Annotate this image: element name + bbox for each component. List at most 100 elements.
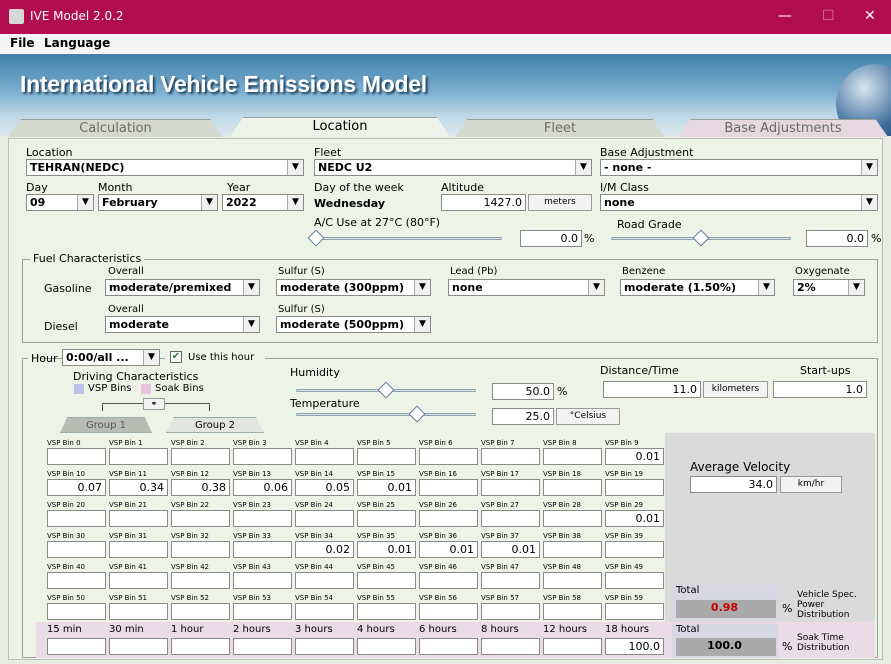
distance-time-input[interactable]: 11.0 [603,381,701,398]
vsp-bin-input[interactable] [47,603,106,620]
soak-bin-input[interactable] [295,638,354,655]
distance-unit-button[interactable]: kilometers [703,381,768,398]
soak-bin-input[interactable] [419,638,478,655]
day-select[interactable]: 09 ▼ [26,194,94,211]
tab-location[interactable]: Location [230,117,450,137]
vsp-bin-input[interactable] [605,479,664,496]
vsp-bin-input[interactable] [419,448,478,465]
ac-use-input[interactable]: 0.0 [520,230,582,247]
startups-input[interactable]: 1.0 [773,381,867,398]
vsp-bin-input[interactable] [109,448,168,465]
vsp-bin-input[interactable] [543,572,602,589]
altitude-input[interactable]: 1427.0 [441,194,526,211]
road-grade-input[interactable]: 0.0 [806,230,868,247]
average-velocity-input[interactable]: 34.0 [690,476,777,493]
vsp-bin-input[interactable] [171,510,230,527]
vsp-bin-input[interactable] [481,603,540,620]
temperature-unit-button[interactable]: °Celsius [556,408,620,425]
hour-select[interactable]: 0:00/all ... ▼ [62,349,160,366]
vsp-bin-input[interactable]: 0.01 [357,479,416,496]
vsp-bin-input[interactable] [295,510,354,527]
vsp-bin-input[interactable] [47,541,106,558]
vsp-bin-input[interactable] [295,572,354,589]
tab-group-1[interactable]: Group 1 [60,417,152,433]
vsp-bin-input[interactable]: 0.34 [109,479,168,496]
soak-bin-input[interactable] [543,638,602,655]
vsp-bin-input[interactable] [357,448,416,465]
minimize-button[interactable]: — [778,8,792,24]
vsp-bin-input[interactable] [605,541,664,558]
soak-bin-input[interactable] [233,638,292,655]
fleet-select[interactable]: NEDC U2 ▼ [314,159,592,176]
vsp-bin-input[interactable] [543,479,602,496]
vsp-bin-input[interactable] [357,510,416,527]
vsp-bin-input[interactable] [47,572,106,589]
vsp-bin-input[interactable] [47,448,106,465]
close-button[interactable]: ✕ [864,8,876,24]
link-groups-button[interactable]: ⚭ [143,398,165,410]
vsp-bin-input[interactable] [543,510,602,527]
gasoline-sulfur-select[interactable]: moderate (300ppm) ▼ [276,279,431,296]
temperature-input[interactable]: 25.0 [492,408,554,425]
vsp-bin-input[interactable]: 0.38 [171,479,230,496]
gasoline-overall-select[interactable]: moderate/premixed ▼ [105,279,260,296]
vsp-bin-input[interactable] [481,479,540,496]
humidity-input[interactable]: 50.0 [492,383,554,400]
vsp-bin-input[interactable] [171,541,230,558]
soak-bin-input[interactable]: 100.0 [605,638,664,655]
diesel-overall-select[interactable]: moderate ▼ [105,316,260,333]
vsp-bin-input[interactable] [233,448,292,465]
temperature-slider-track[interactable] [296,413,476,416]
ac-use-slider-track[interactable] [316,237,502,240]
tab-group-2[interactable]: Group 2 [166,417,264,433]
base-adjustment-select[interactable]: - none - ▼ [600,159,878,176]
vsp-bin-input[interactable] [233,541,292,558]
vsp-bin-input[interactable] [543,541,602,558]
vsp-bin-input[interactable] [109,510,168,527]
use-hour-checkbox[interactable]: ✔ [170,351,182,363]
tab-calculation[interactable]: Calculation [8,119,223,137]
vsp-bin-input[interactable]: 0.02 [295,541,354,558]
vsp-bin-input[interactable] [481,572,540,589]
vsp-bin-input[interactable] [419,603,478,620]
vsp-bin-input[interactable] [543,603,602,620]
vsp-bin-input[interactable] [171,603,230,620]
vsp-bin-input[interactable]: 0.06 [233,479,292,496]
vsp-bin-input[interactable]: 0.01 [605,510,664,527]
diesel-sulfur-select[interactable]: moderate (500ppm) ▼ [276,316,431,333]
altitude-unit-button[interactable]: meters [528,194,592,211]
month-select[interactable]: February ▼ [98,194,218,211]
soak-bin-input[interactable] [481,638,540,655]
vsp-bin-input[interactable] [481,510,540,527]
vsp-bin-input[interactable] [419,572,478,589]
vsp-bin-input[interactable] [233,510,292,527]
im-class-select[interactable]: none ▼ [600,194,878,211]
vsp-bin-input[interactable] [605,603,664,620]
gasoline-oxygenate-select[interactable]: 2% ▼ [793,279,865,296]
vsp-bin-input[interactable] [47,510,106,527]
vsp-bin-input[interactable] [543,448,602,465]
vsp-bin-input[interactable] [357,572,416,589]
soak-bin-input[interactable] [109,638,168,655]
vsp-bin-input[interactable] [109,541,168,558]
vsp-bin-input[interactable]: 0.01 [481,541,540,558]
vsp-bin-input[interactable]: 0.01 [419,541,478,558]
vsp-bin-input[interactable] [171,572,230,589]
vsp-bin-input[interactable]: 0.05 [295,479,354,496]
tab-base-adjustments[interactable]: Base Adjustments [678,119,888,137]
year-select[interactable]: 2022 ▼ [222,194,304,211]
vsp-bin-input[interactable] [109,603,168,620]
soak-bin-input[interactable] [171,638,230,655]
vsp-bin-input[interactable] [233,572,292,589]
soak-bin-input[interactable] [357,638,416,655]
velocity-unit-button[interactable]: km/hr [780,476,842,493]
vsp-bin-input[interactable] [605,572,664,589]
maximize-button[interactable]: ☐ [822,8,835,24]
vsp-bin-input[interactable]: 0.07 [47,479,106,496]
vsp-bin-input[interactable] [419,510,478,527]
vsp-bin-input[interactable] [481,448,540,465]
vsp-bin-input[interactable] [419,479,478,496]
vsp-bin-input[interactable] [295,448,354,465]
menu-language[interactable]: Language [44,36,110,50]
vsp-bin-input[interactable] [295,603,354,620]
